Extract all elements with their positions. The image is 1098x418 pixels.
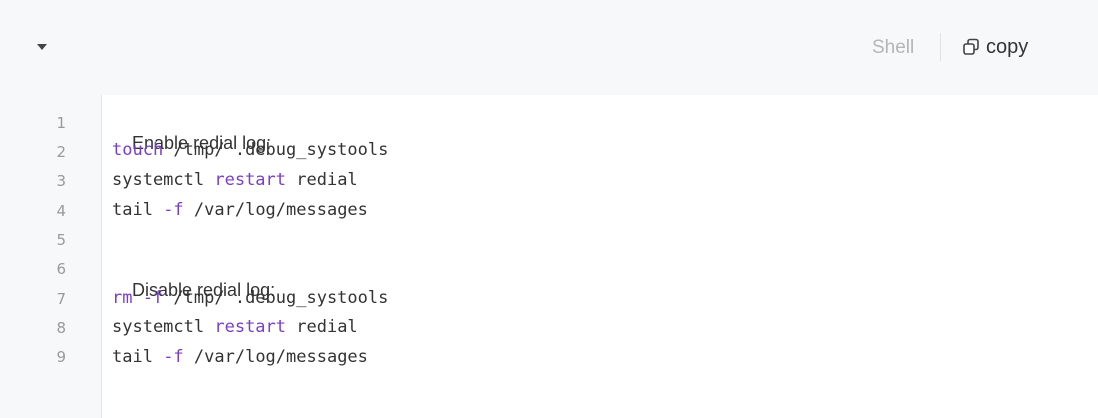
code-line: tail -f /var/log/messages [112,199,368,221]
code-line: touch /tmp/ .debug_systools [112,139,388,161]
line-number: 3 [56,172,66,190]
keyword-token: touch [112,140,164,160]
code-token: redial [286,317,358,337]
line-number: 9 [56,348,66,366]
code-line: tail -f /var/log/messages [112,346,368,368]
code-block-header: Shell copy [0,0,1098,95]
keyword-token: rm -f [112,288,164,308]
code-token: /tmp/ .debug_systools [163,288,389,308]
keyword-token: -f [163,347,184,367]
copy-label: copy [986,35,1029,58]
code-token: /var/log/messages [183,200,368,220]
header-divider [940,33,941,61]
keyword-token: restart [214,170,287,190]
code-token: tail [112,200,164,220]
keyword-token: -f [163,200,184,220]
line-number: 5 [56,231,66,249]
line-number: 7 [56,290,66,308]
language-label: Shell [872,37,915,58]
line-number: 8 [56,319,66,337]
code-token: /var/log/messages [183,347,368,367]
line-number: 6 [56,260,66,278]
copy-button[interactable]: copy [962,34,1028,60]
copy-icon [962,38,980,56]
code-line: systemctl restart redial [112,169,358,191]
keyword-token: restart [214,317,287,337]
caret-down-icon[interactable] [36,42,48,52]
code-token: redial [286,170,358,190]
code-line: systemctl restart redial [112,316,358,338]
code-line: rm -f /tmp/ .debug_systools [112,287,388,309]
code-token: /tmp/ .debug_systools [163,140,389,160]
line-number-gutter: 1 2 3 4 5 6 7 8 9 [0,95,102,418]
line-number: 1 [56,114,66,132]
code-block: Shell copy 1 2 3 4 5 6 7 8 9 Enable redi… [0,0,1098,418]
line-number: 4 [56,202,66,220]
line-number: 2 [56,143,66,161]
code-token: tail [112,347,164,367]
code-token: systemctl [112,170,215,190]
code-token: systemctl [112,317,215,337]
